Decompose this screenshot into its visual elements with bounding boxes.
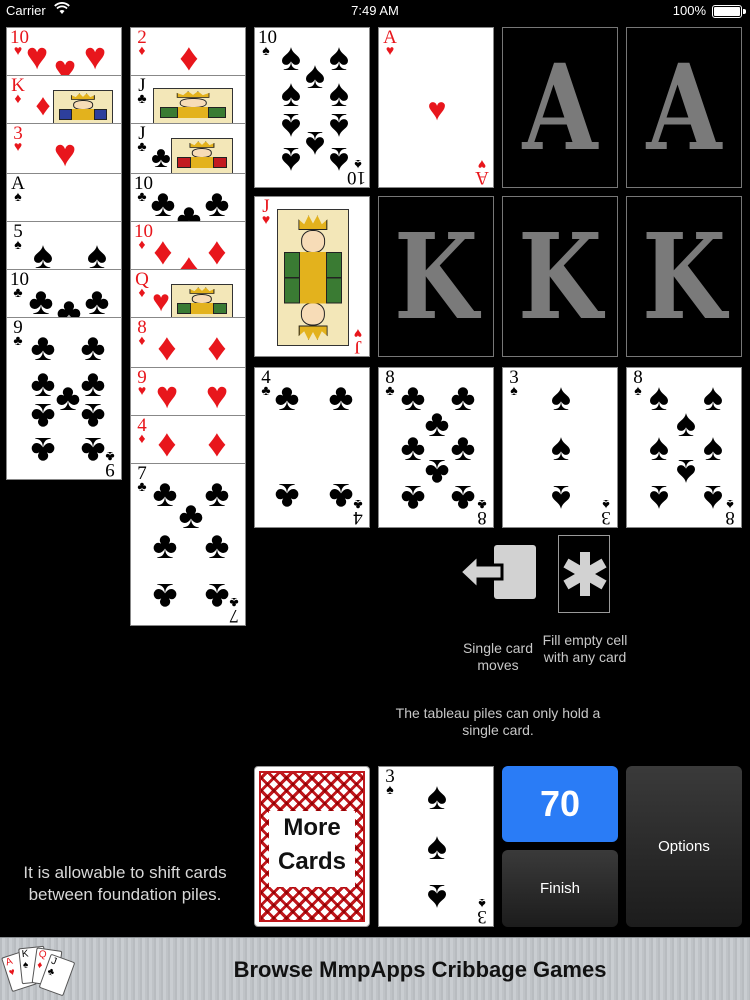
options-button[interactable]: Options	[626, 766, 742, 927]
diamond-icon: ♦	[207, 423, 227, 465]
card-4-clubs[interactable]: 4 ♣ ♣ ♣ ♣ ♣ 4 ♣	[254, 367, 370, 528]
heart-icon: ♥	[205, 375, 229, 417]
card-corner: A ♥	[475, 156, 489, 188]
card-corner: 8 ♠	[725, 496, 735, 528]
single-card-move-icon	[457, 543, 538, 606]
club-icon: ♣	[204, 525, 230, 567]
spade-icon: ♠	[426, 776, 448, 818]
banner-text: Browse MmpApps Cribbage Games	[233, 957, 607, 982]
heart-icon: ♥	[155, 375, 179, 417]
foundation-slot-king-1[interactable]: K	[378, 196, 494, 357]
foundation-slot-ace-2[interactable]: A	[626, 27, 742, 188]
card-a-hearts[interactable]: A ♥ ♥ A ♥	[378, 27, 494, 188]
diamond-icon: ♦	[157, 423, 177, 465]
card-corner: J ♥	[261, 196, 271, 228]
card-corner: 8 ♣	[477, 496, 487, 528]
card-corner: 10 ♠	[347, 156, 366, 188]
club-icon: ♣	[400, 477, 426, 519]
card-corner: J ♥	[353, 325, 363, 357]
spade-icon: ♠	[550, 377, 572, 419]
card-corner: 3 ♠	[477, 895, 487, 927]
club-icon: ♣	[152, 525, 178, 567]
heart-icon: ♥	[427, 91, 447, 127]
battery-icon	[712, 5, 746, 18]
card-corner: A ♠	[11, 173, 25, 205]
card-8-spades[interactable]: 8 ♠ ♠ ♠ ♠ ♠ ♠ ♠ ♠ ♠ 8 ♠	[626, 367, 742, 528]
spade-icon: ♠	[280, 139, 302, 181]
cribbage-cards-logo-icon: A ♥ K ♠ Q ♦ J ♣	[1, 943, 76, 997]
spade-icon: ♠	[426, 826, 448, 868]
spade-icon: ♠	[550, 477, 572, 519]
card-3-spades[interactable]: 3 ♠ ♠ ♠ ♠ 3 ♠	[502, 367, 618, 528]
tableau-rule-text: The tableau piles can only hold a single…	[395, 705, 601, 738]
status-bar: Carrier 7:49 AM 100%	[0, 0, 750, 22]
diamond-icon: ♦	[157, 327, 177, 369]
diamond-icon: ♦	[179, 37, 199, 79]
club-icon: ♣	[80, 327, 106, 369]
fill-empty-cell-text: Fill empty cell with any card	[542, 632, 628, 665]
card-corner: 3 ♥	[13, 123, 23, 155]
club-icon: ♣	[84, 281, 110, 323]
foundation-slot-ace-1[interactable]: A	[502, 27, 618, 188]
card-corner: 2 ♦	[137, 27, 147, 59]
waste-card-3-spades[interactable]: 3 ♠ ♠ ♠ ♠ 3 ♠	[378, 766, 494, 927]
wildcard-icon	[558, 535, 610, 613]
card-corner: 9 ♣	[105, 448, 115, 480]
card-10-spades[interactable]: 10 ♠ ♠ ♠ ♠ ♠ ♠ ♠ ♠ ♠ ♠ ♠ 10 ♠	[254, 27, 370, 188]
shift-rule-text: It is allowable to shift cards between f…	[23, 863, 227, 904]
spade-icon: ♠	[648, 477, 670, 519]
heart-icon: ♥	[83, 36, 107, 78]
card-corner: 3 ♠	[601, 496, 611, 528]
club-icon: ♣	[204, 183, 230, 225]
card-7-clubs[interactable]: 7 ♣ ♣ ♣ ♣ ♣ ♣ ♣ ♣ 7 ♣	[130, 463, 246, 626]
more-cards-button[interactable]: More Cards	[254, 766, 370, 927]
spade-icon: ♠	[426, 876, 448, 918]
card-9-clubs[interactable]: 9 ♣ ♣ ♣ ♣ ♣ ♣ ♣ ♣ ♣ ♣ 9 ♣	[6, 317, 122, 480]
club-icon: ♣	[30, 429, 56, 471]
diamond-icon: ♦	[207, 231, 227, 273]
spade-icon: ♠	[550, 427, 572, 469]
card-corner: A ♥	[383, 27, 397, 59]
club-icon: ♣	[274, 475, 300, 517]
card-corner: 3 ♠	[509, 367, 519, 399]
score-display[interactable]: 70	[502, 766, 618, 842]
clock: 7:49 AM	[351, 3, 399, 18]
club-icon: ♣	[30, 327, 56, 369]
foundation-slot-king-3[interactable]: K	[626, 196, 742, 357]
battery-percent: 100%	[672, 3, 706, 18]
heart-icon: ♥	[53, 133, 77, 175]
diamond-icon: ♦	[207, 327, 227, 369]
jack-portrait	[277, 209, 349, 346]
card-corner: J ♣	[137, 75, 147, 107]
card-corner: 7 ♣	[229, 594, 239, 626]
single-card-moves-text: Single card moves	[462, 640, 534, 673]
club-icon: ♣	[274, 377, 300, 419]
card-corner: 3 ♠	[385, 766, 395, 798]
card-j-hearts[interactable]: J ♥ J ♥	[254, 196, 370, 357]
card-corner: 4 ♣	[353, 496, 363, 528]
foundation-slot-king-2[interactable]: K	[502, 196, 618, 357]
club-icon: ♣	[328, 377, 354, 419]
promo-banner[interactable]: A ♥ K ♠ Q ♦ J ♣ Browse MmpApps Cribbage Game…	[0, 937, 750, 1000]
card-8-clubs[interactable]: 8 ♣ ♣ ♣ ♣ ♣ ♣ ♣ ♣ ♣ 8 ♣	[378, 367, 494, 528]
more-cards-label: More Cards	[269, 811, 355, 887]
finish-button[interactable]: Finish	[502, 850, 618, 927]
club-icon: ♣	[152, 575, 178, 617]
